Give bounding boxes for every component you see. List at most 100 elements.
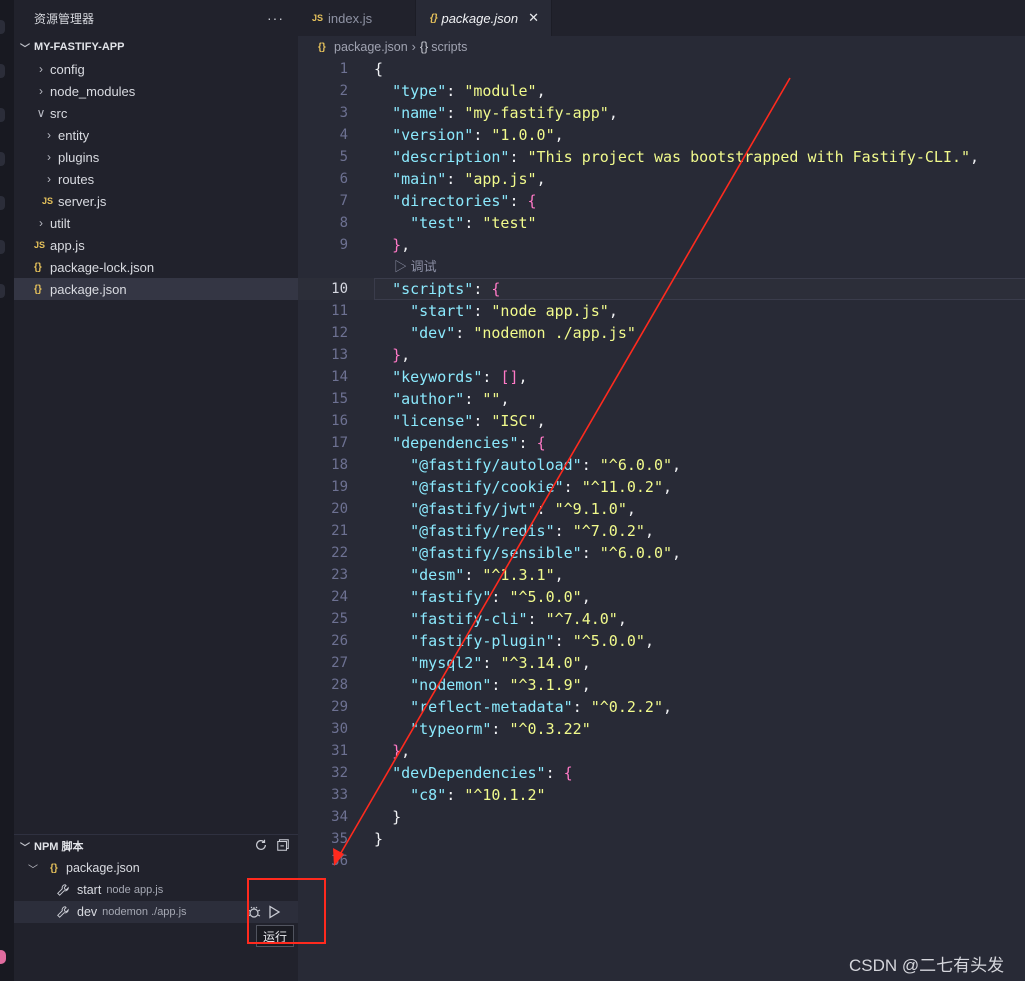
npm-script-dev[interactable]: dev nodemon ./app.js — [14, 901, 298, 923]
code-line: 34 } — [298, 806, 1025, 828]
editor-area: JS index.js {} package.json ✕ {} package… — [298, 0, 1025, 981]
code-editor[interactable]: 1{2 "type": "module", 3 "name": "my-fasti… — [298, 58, 1025, 872]
tree-item[interactable]: › node_modules — [14, 80, 298, 102]
npm-file-label: package.json — [66, 861, 140, 875]
chevron-right-icon: › — [47, 172, 51, 186]
chevron-right-icon: › — [39, 62, 43, 76]
code-line: 32 "devDependencies": { — [298, 762, 1025, 784]
code-line: 18 "@fastify/autoload": "^6.0.0", — [298, 454, 1025, 476]
codelens-label[interactable]: ▷ 调试 — [394, 256, 437, 278]
line-number: 22 — [331, 545, 348, 561]
activity-icon[interactable] — [0, 284, 5, 298]
project-section-header[interactable]: ﹀ MY-FASTIFY-APP — [14, 36, 298, 58]
line-number: 21 — [331, 523, 348, 539]
breadcrumb-file[interactable]: package.json — [334, 40, 408, 54]
debug-icon[interactable] — [246, 904, 262, 920]
code-text: "directories": { — [392, 192, 537, 210]
code-text: "license": "ISC", — [392, 412, 546, 430]
object-icon: {} — [419, 40, 429, 54]
code-line: 36 — [298, 850, 1025, 872]
code-line: 24 "fastify": "^5.0.0", — [298, 586, 1025, 608]
line-number: 18 — [331, 457, 348, 473]
npm-scripts-panel: ﹀ NPM 脚本 ﹀ {} package.json start node ap… — [14, 834, 298, 981]
line-number: 8 — [339, 215, 348, 231]
wrench-icon — [57, 906, 69, 918]
line-number: 12 — [331, 325, 348, 341]
breadcrumb: {} package.json › {} scripts — [298, 36, 1025, 58]
code-line: 3 "name": "my-fastify-app", — [298, 102, 1025, 124]
json-file-icon: {} — [34, 261, 42, 273]
code-text: "devDependencies": { — [392, 764, 573, 782]
code-text: "type": "module", — [392, 82, 546, 100]
chevron-right-icon: › — [47, 128, 51, 142]
code-text: "main": "app.js", — [392, 170, 546, 188]
codelens-debug[interactable]: ▷ 调试 — [298, 256, 1025, 278]
code-line: 12 "dev": "nodemon ./app.js" — [298, 322, 1025, 344]
code-text: "version": "1.0.0", — [392, 126, 564, 144]
line-number: 6 — [339, 171, 348, 187]
tree-item-label: package.json — [50, 281, 127, 297]
tree-item[interactable]: JS server.js — [14, 190, 298, 212]
code-line: 2 "type": "module", — [298, 80, 1025, 102]
json-file-icon: {} — [318, 41, 326, 53]
line-number: 10 — [331, 281, 348, 297]
code-text: "@fastify/autoload": "^6.0.0", — [410, 456, 682, 474]
line-number: 34 — [331, 809, 348, 825]
line-number: 9 — [339, 237, 348, 253]
code-line: 7 "directories": { — [298, 190, 1025, 212]
breadcrumb-symbol[interactable]: scripts — [431, 40, 467, 54]
line-number: 5 — [339, 149, 348, 165]
close-icon[interactable]: ✕ — [528, 10, 539, 26]
tab-bar: JS index.js {} package.json ✕ — [298, 0, 1025, 36]
code-text: "nodemon": "^3.1.9", — [410, 676, 591, 694]
code-line: 15 "author": "", — [298, 388, 1025, 410]
code-text: "@fastify/jwt": "^9.1.0", — [410, 500, 636, 518]
code-line: 31 }, — [298, 740, 1025, 762]
line-number: 20 — [331, 501, 348, 517]
activity-icon[interactable] — [0, 108, 5, 122]
tree-item[interactable]: ∨ src — [14, 102, 298, 124]
tab-label: package.json — [441, 10, 519, 26]
code-text: "@fastify/redis": "^7.0.2", — [410, 522, 654, 540]
tree-item[interactable]: JS app.js — [14, 234, 298, 256]
code-text: "fastify": "^5.0.0", — [410, 588, 591, 606]
code-line: 28 "nodemon": "^3.1.9", — [298, 674, 1025, 696]
tree-item[interactable]: › entity — [14, 124, 298, 146]
code-text: "name": "my-fastify-app", — [392, 104, 618, 122]
wrench-icon — [57, 884, 69, 896]
tree-item[interactable]: › routes — [14, 168, 298, 190]
tree-item[interactable]: {} package.json — [14, 278, 298, 300]
tab-index-js[interactable]: JS index.js — [298, 0, 416, 36]
account-badge-icon[interactable] — [0, 950, 6, 964]
npm-script-start[interactable]: start node app.js — [14, 879, 298, 901]
code-line: 13 }, — [298, 344, 1025, 366]
code-text: "typeorm": "^0.3.22" — [410, 720, 591, 738]
tree-item[interactable]: › config — [14, 58, 298, 80]
refresh-icon[interactable] — [254, 838, 268, 852]
code-line: 22 "@fastify/sensible": "^6.0.0", — [298, 542, 1025, 564]
tree-item-label: routes — [58, 171, 95, 187]
tab-package-json[interactable]: {} package.json ✕ — [416, 0, 552, 36]
activity-icon[interactable] — [0, 64, 5, 78]
code-line: 17 "dependencies": { — [298, 432, 1025, 454]
line-number: 11 — [331, 303, 348, 319]
chevron-down-icon: ﹀ — [20, 842, 30, 854]
line-number: 27 — [331, 655, 348, 671]
more-actions-icon[interactable]: ··· — [267, 10, 284, 26]
activity-icon[interactable] — [0, 196, 5, 210]
code-text: "@fastify/cookie": "^11.0.2", — [410, 478, 673, 496]
activity-icon[interactable] — [0, 152, 5, 166]
collapse-all-icon[interactable] — [276, 838, 290, 852]
tree-item[interactable]: {} package-lock.json — [14, 256, 298, 278]
script-name: dev — [77, 905, 98, 919]
tree-item[interactable]: › utilt — [14, 212, 298, 234]
code-line: 1{ — [298, 58, 1025, 80]
run-tooltip: 运行 — [256, 925, 295, 947]
breadcrumb-separator-icon: › — [411, 40, 416, 54]
run-icon[interactable] — [266, 904, 282, 920]
npm-file-row[interactable]: ﹀ {} package.json — [14, 857, 298, 879]
activity-icon[interactable] — [0, 240, 5, 254]
tree-item[interactable]: › plugins — [14, 146, 298, 168]
code-text: "@fastify/sensible": "^6.0.0", — [410, 544, 682, 562]
activity-icon[interactable] — [0, 20, 5, 34]
